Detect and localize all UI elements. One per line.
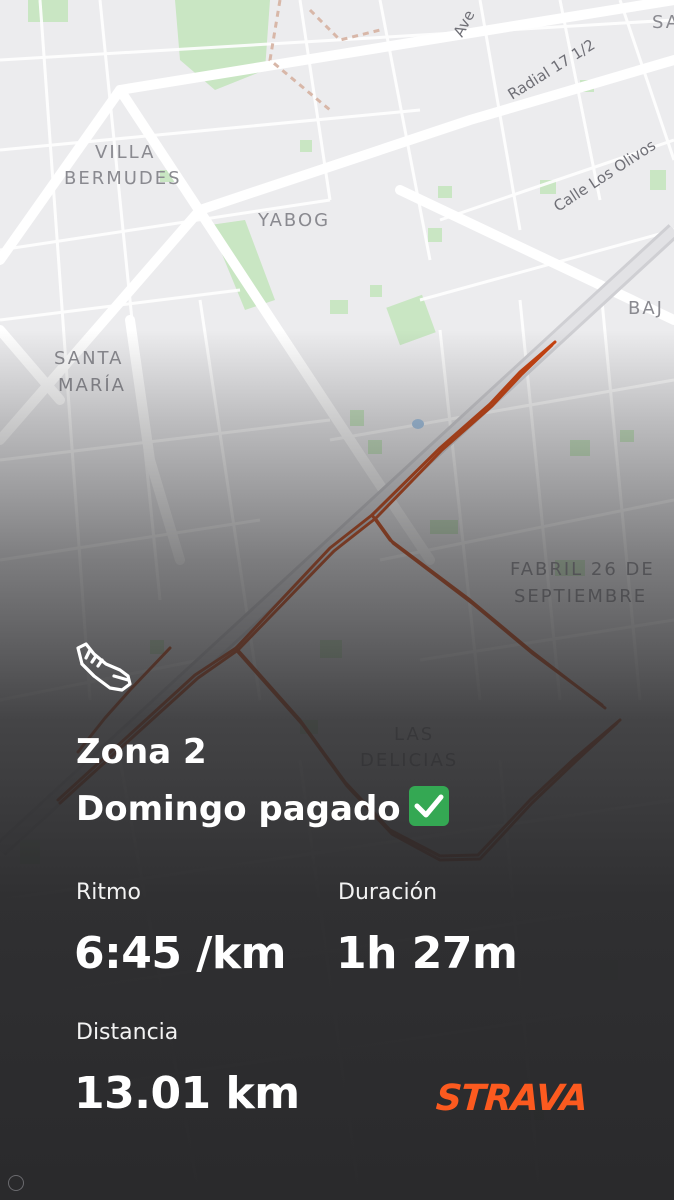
distance-value: 13.01 km bbox=[74, 1068, 300, 1119]
map-label-baj: BAJ bbox=[628, 298, 664, 319]
map-label-villa: VILLA bbox=[95, 142, 155, 163]
duration-value: 1h 27m bbox=[336, 928, 518, 979]
duration-label: Duración bbox=[338, 880, 438, 905]
map-label-las: LAS bbox=[394, 724, 434, 745]
map-label-septiembre: SEPTIEMBRE bbox=[514, 586, 647, 607]
map-label-delicias: DELICIAS bbox=[360, 750, 458, 771]
map-label-sa: SA bbox=[652, 12, 674, 33]
map-label-yabog: YABOG bbox=[257, 210, 330, 231]
strava-logo: STRAVA bbox=[434, 1078, 589, 1119]
activity-title-line1: Zona 2 bbox=[76, 732, 207, 772]
distance-label: Distancia bbox=[76, 1020, 179, 1045]
check-mark-icon bbox=[408, 786, 449, 826]
pace-value: 6:45 /km bbox=[74, 928, 286, 979]
map-label-maria: MARÍA bbox=[58, 374, 126, 396]
pace-label: Ritmo bbox=[76, 880, 141, 905]
map-label-santa: SANTA bbox=[54, 348, 123, 369]
running-shoe-icon bbox=[72, 640, 136, 696]
map-label-bermudes: BERMUDES bbox=[64, 168, 182, 189]
activity-share-card: VILLA BERMUDES YABOG SANTA MARÍA FABRIL … bbox=[0, 0, 674, 1200]
activity-title-line2: Domingo pagado bbox=[76, 786, 449, 829]
map-attribution-icon bbox=[8, 1175, 24, 1191]
map-label-fabril: FABRIL 26 DE bbox=[510, 559, 655, 580]
activity-title-text: Domingo pagado bbox=[76, 789, 401, 829]
